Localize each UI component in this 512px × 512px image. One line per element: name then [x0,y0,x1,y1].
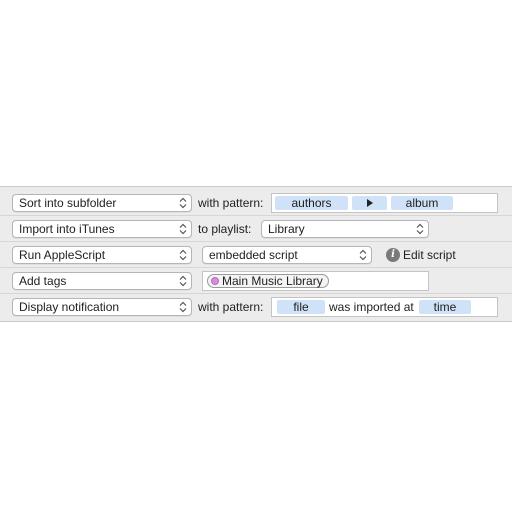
token-separator[interactable] [352,196,387,210]
triangle-right-icon [366,199,373,207]
action-row-sort: Sort into subfolder with pattern: author… [0,190,512,216]
edit-script-link[interactable]: Edit script [403,248,456,263]
action-row-import: Import into iTunes to playlist: Library [0,216,512,242]
tag-label: Main Music Library [222,274,323,288]
playlist-popup[interactable]: Library [261,220,429,238]
action-row-applescript: Run AppleScript embedded script i Edit s… [0,242,512,268]
action-popup-notification[interactable]: Display notification [12,298,192,316]
token-file[interactable]: file [277,300,325,314]
pattern-field-notification[interactable]: file was imported at time [271,297,498,317]
action-popup-import[interactable]: Import into iTunes [12,220,192,238]
chevron-updown-icon [416,223,424,235]
info-icon[interactable]: i [386,248,400,262]
chevron-updown-icon [179,223,187,235]
action-popup-label: Display notification [19,300,120,314]
action-popup-label: Add tags [19,274,67,288]
pattern-text: was imported at [329,300,414,314]
pattern-field-sort[interactable]: authors album [271,193,498,213]
tag-chip[interactable]: Main Music Library [207,274,329,288]
action-popup-sort[interactable]: Sort into subfolder [12,194,192,212]
token-album[interactable]: album [391,196,453,210]
script-source-popup[interactable]: embedded script [202,246,372,264]
actions-panel: Sort into subfolder with pattern: author… [0,186,512,322]
token-authors[interactable]: authors [275,196,348,210]
tag-color-dot [211,277,219,285]
action-popup-applescript[interactable]: Run AppleScript [12,246,192,264]
chevron-updown-icon [359,249,367,261]
action-row-notification: Display notification with pattern: file … [0,294,512,320]
script-source-label: embedded script [209,248,298,262]
chevron-updown-icon [179,301,187,313]
action-popup-label: Sort into subfolder [19,196,117,210]
chevron-updown-icon [179,249,187,261]
chevron-updown-icon [179,197,187,209]
action-popup-label: Run AppleScript [19,248,106,262]
action-row-tags: Add tags Main Music Library [0,268,512,294]
token-time[interactable]: time [419,300,471,314]
chevron-updown-icon [179,275,187,287]
connector-label: with pattern: [198,300,264,314]
tags-field[interactable]: Main Music Library [202,271,429,291]
connector-label: with pattern: [198,196,264,210]
action-popup-tags[interactable]: Add tags [12,272,192,290]
connector-label: to playlist: [198,222,252,236]
action-popup-label: Import into iTunes [19,222,115,236]
playlist-label: Library [268,222,305,236]
